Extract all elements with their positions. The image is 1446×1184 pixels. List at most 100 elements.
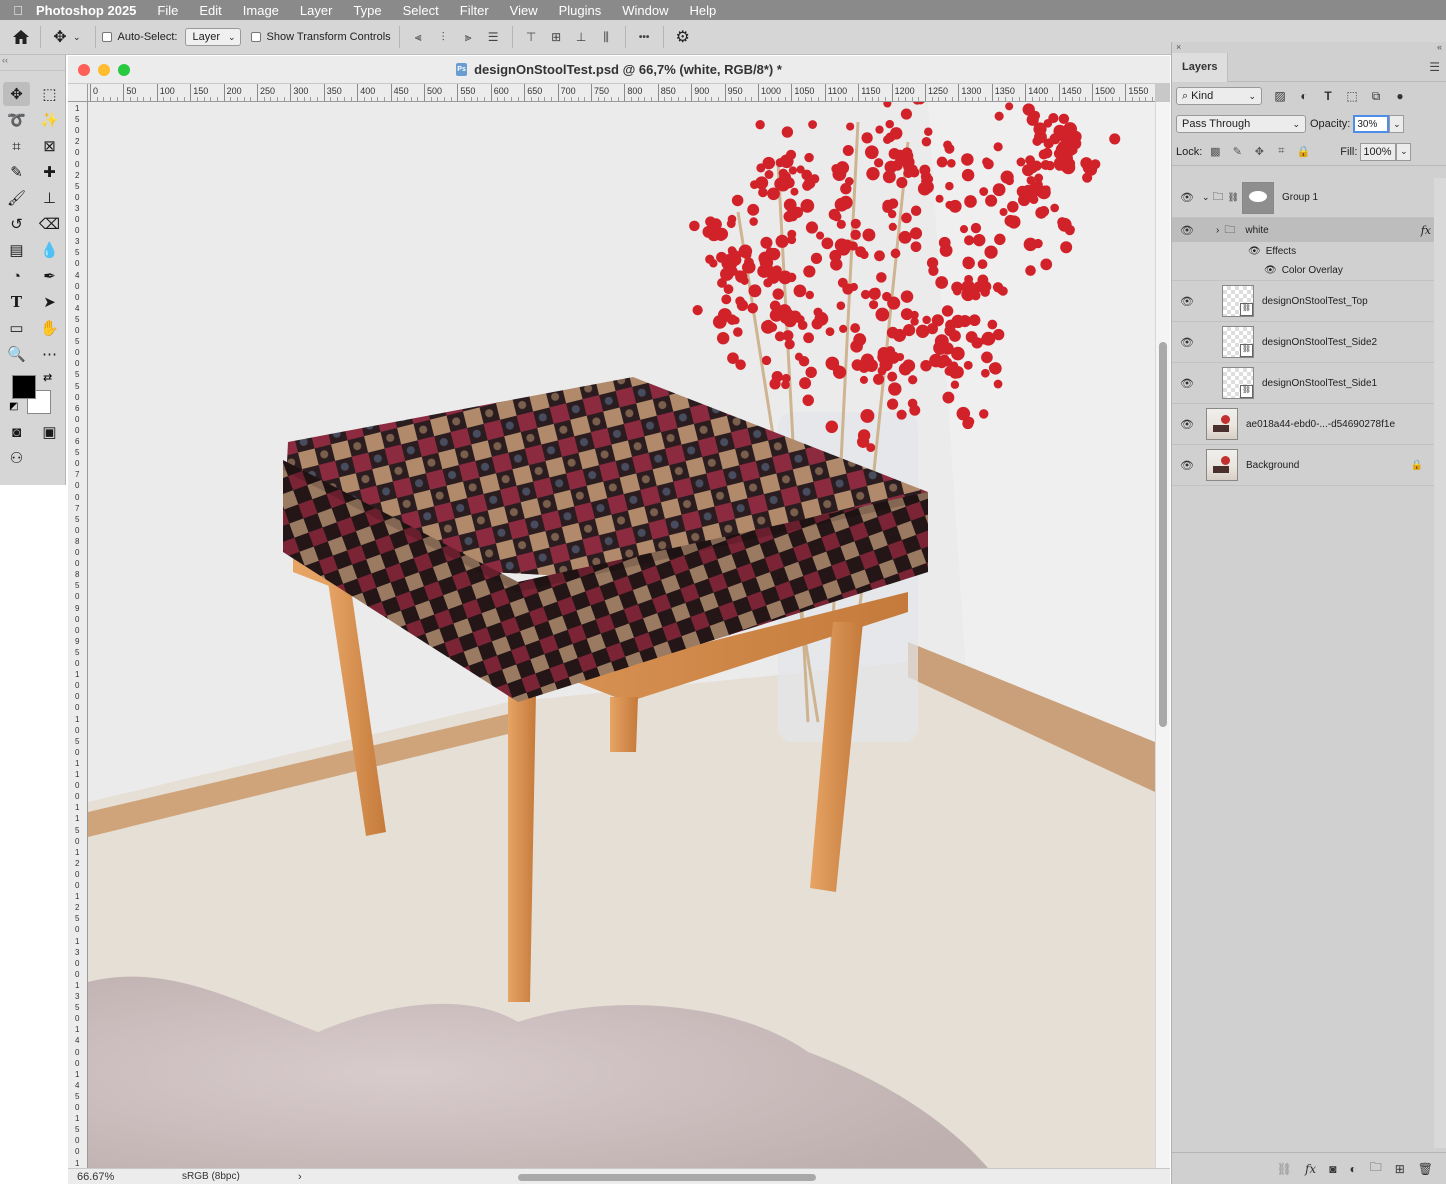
tab-layers[interactable]: Layers (1172, 52, 1229, 82)
status-menu-arrow[interactable]: › (298, 1171, 302, 1183)
menu-image[interactable]: Image (243, 3, 279, 18)
horizontal-ruler[interactable]: 0 50 100 150 200 250 300 350 400 450 500 550 600 650 7… (88, 84, 1155, 102)
effects-row[interactable]: 👁 Effects (1172, 242, 1446, 261)
lock-all-icon[interactable]: 🔒 (1292, 145, 1314, 158)
new-adjustment-layer-icon[interactable]: ◐ (1349, 1162, 1356, 1176)
smart-object-thumbnail[interactable] (1222, 326, 1254, 358)
fx-icon[interactable]: fx (1421, 224, 1431, 237)
new-group-icon[interactable]: 🗀 (1370, 1158, 1382, 1179)
lock-position-icon[interactable]: ✥ (1248, 145, 1270, 158)
layer-name[interactable]: Group 1 (1282, 192, 1318, 203)
layer-name[interactable]: ae018a44-ebd0-...-d54690278f1e (1246, 419, 1395, 430)
smart-object-thumbnail[interactable] (1222, 367, 1254, 399)
layers-scrollbar[interactable] (1434, 178, 1446, 1148)
move-tool-icon[interactable]: ✥ (3, 82, 30, 106)
smart-object-filter-icon[interactable]: ⧉ (1364, 89, 1388, 104)
lock-image-pixels-icon[interactable]: ✎ (1226, 145, 1248, 158)
ruler-origin[interactable] (68, 84, 88, 102)
layer-name[interactable]: white (1245, 225, 1268, 236)
adjustment-layer-filter-icon[interactable]: ◐ (1292, 89, 1316, 103)
layer-row-white[interactable]: 👁 › 🗀 white fx ⌃ (1172, 218, 1446, 242)
layer-name[interactable]: designOnStoolTest_Side2 (1262, 337, 1377, 348)
blur-tool-icon[interactable]: 💧 (33, 237, 66, 263)
healing-brush-icon[interactable]: ✚ (33, 159, 66, 185)
gear-icon[interactable]: ⚙ (670, 24, 696, 50)
eye-icon[interactable]: 👁 (1172, 459, 1202, 472)
path-selection-icon[interactable]: ➤ (33, 289, 66, 315)
close-window-button[interactable] (78, 64, 90, 76)
add-mask-icon[interactable]: ◙ (1329, 1162, 1336, 1176)
hand-tool-icon[interactable]: ✋ (33, 315, 66, 341)
chevron-right-icon[interactable]: › (1216, 225, 1219, 236)
more-options-icon[interactable]: ••• (632, 27, 657, 47)
panel-grip[interactable]: ‹‹ (0, 55, 65, 71)
fill-input[interactable]: 100% (1360, 142, 1397, 161)
eye-icon[interactable]: 👁 (1172, 336, 1202, 349)
eye-icon[interactable]: 👁 (1172, 295, 1202, 308)
align-right-edges-icon[interactable]: ⫸ (456, 27, 481, 47)
layer-mask-thumbnail[interactable] (1241, 181, 1274, 214)
layer-name[interactable]: designOnStoolTest_Top (1262, 296, 1368, 307)
type-tool-icon[interactable]: T (0, 289, 33, 315)
add-layer-style-icon[interactable]: fx (1305, 1162, 1316, 1176)
opacity-input[interactable]: 30% (1353, 115, 1390, 133)
vertical-scroll-thumb[interactable] (1159, 342, 1167, 727)
history-brush-icon[interactable]: ↺ (0, 211, 33, 237)
swap-colors-icon[interactable]: ⇄ (43, 371, 52, 384)
auto-select-dropdown[interactable]: Layer ⌄ (185, 28, 241, 46)
lasso-tool-icon[interactable]: ➰ (0, 107, 33, 133)
color-overlay-row[interactable]: 👁 Color Overlay (1172, 261, 1446, 280)
zoom-level-field[interactable]: 66.67% (68, 1171, 138, 1183)
more-tools-icon[interactable]: ⋯ (33, 341, 66, 367)
generative-fill-icon[interactable]: ⚇ (0, 445, 33, 471)
app-name-menu[interactable]: Photoshop 2025 (36, 3, 136, 18)
trash-icon[interactable]: 🗑 (1418, 1162, 1433, 1176)
eye-icon[interactable]: 👁 (1172, 418, 1202, 431)
canvas-image[interactable] (88, 102, 1155, 1168)
gradient-tool-icon[interactable]: ▤ (0, 237, 33, 263)
screen-mode-icon[interactable]: ▣ (33, 419, 66, 445)
rectangle-tool-icon[interactable]: ▭ (0, 315, 33, 341)
menu-window[interactable]: Window (622, 3, 668, 18)
menu-edit[interactable]: Edit (199, 3, 221, 18)
layer-row-background[interactable]: 👁 Background 🔒 (1172, 445, 1446, 486)
menu-select[interactable]: Select (403, 3, 439, 18)
lock-artboard-icon[interactable]: ⌗ (1270, 145, 1292, 158)
menu-view[interactable]: View (510, 3, 538, 18)
layer-row-photo[interactable]: 👁 ae018a44-ebd0-...-d54690278f1e (1172, 404, 1446, 445)
crop-tool-icon[interactable]: ⌗ (0, 133, 33, 159)
auto-select-checkbox[interactable] (101, 32, 112, 42)
align-top-edges-icon[interactable]: ⊤ (519, 27, 544, 47)
frame-tool-icon[interactable]: ⊠ (33, 133, 66, 159)
rectangular-marquee-icon[interactable]: ⬚ (33, 81, 66, 107)
align-bottom-edges-icon[interactable]: ⊥ (569, 27, 594, 47)
menu-help[interactable]: Help (690, 3, 717, 18)
eye-icon[interactable]: 👁 (1172, 191, 1202, 204)
layer-thumbnail[interactable] (1206, 408, 1238, 440)
distribute-horizontal-icon[interactable]: ⫼ (594, 27, 619, 47)
link-icon[interactable]: ⛓ (1228, 192, 1239, 203)
show-transform-checkbox[interactable] (250, 32, 261, 42)
menu-layer[interactable]: Layer (300, 3, 333, 18)
opacity-slider-button[interactable]: ⌄ (1389, 115, 1405, 133)
align-left-edges-icon[interactable]: ⫷ (406, 27, 431, 47)
dodge-tool-icon[interactable]: ◔ (0, 263, 33, 289)
collapse-panel-icon[interactable]: « (1437, 42, 1442, 53)
eyedropper-icon[interactable]: ✎ (0, 159, 33, 185)
eye-icon[interactable]: 👁 (1172, 224, 1202, 237)
filter-toggle-icon[interactable]: ● (1388, 89, 1412, 103)
move-tool-preset-icon[interactable]: ✥ (47, 24, 73, 50)
distribute-vertical-icon[interactable]: ☰ (481, 27, 506, 47)
vertical-ruler[interactable]: 1502002503003504004505005506006507007508… (68, 102, 88, 1168)
eye-icon[interactable]: 👁 (1172, 377, 1202, 390)
chevron-down-icon[interactable]: ⌄ (1202, 192, 1210, 203)
vertical-scrollbar[interactable] (1155, 102, 1170, 1168)
default-colors-icon[interactable]: ◩ (9, 401, 18, 412)
layer-row-top[interactable]: 👁 designOnStoolTest_Top (1172, 281, 1446, 322)
new-layer-icon[interactable]: ⊞ (1395, 1162, 1405, 1176)
lock-transparent-pixels-icon[interactable]: ▩ (1204, 145, 1226, 158)
menu-plugins[interactable]: Plugins (559, 3, 602, 18)
layer-name[interactable]: Background (1246, 460, 1299, 471)
align-vertical-centers-icon[interactable]: ⊞ (544, 27, 569, 47)
blend-mode-dropdown[interactable]: Pass Through ⌄ (1176, 115, 1306, 133)
